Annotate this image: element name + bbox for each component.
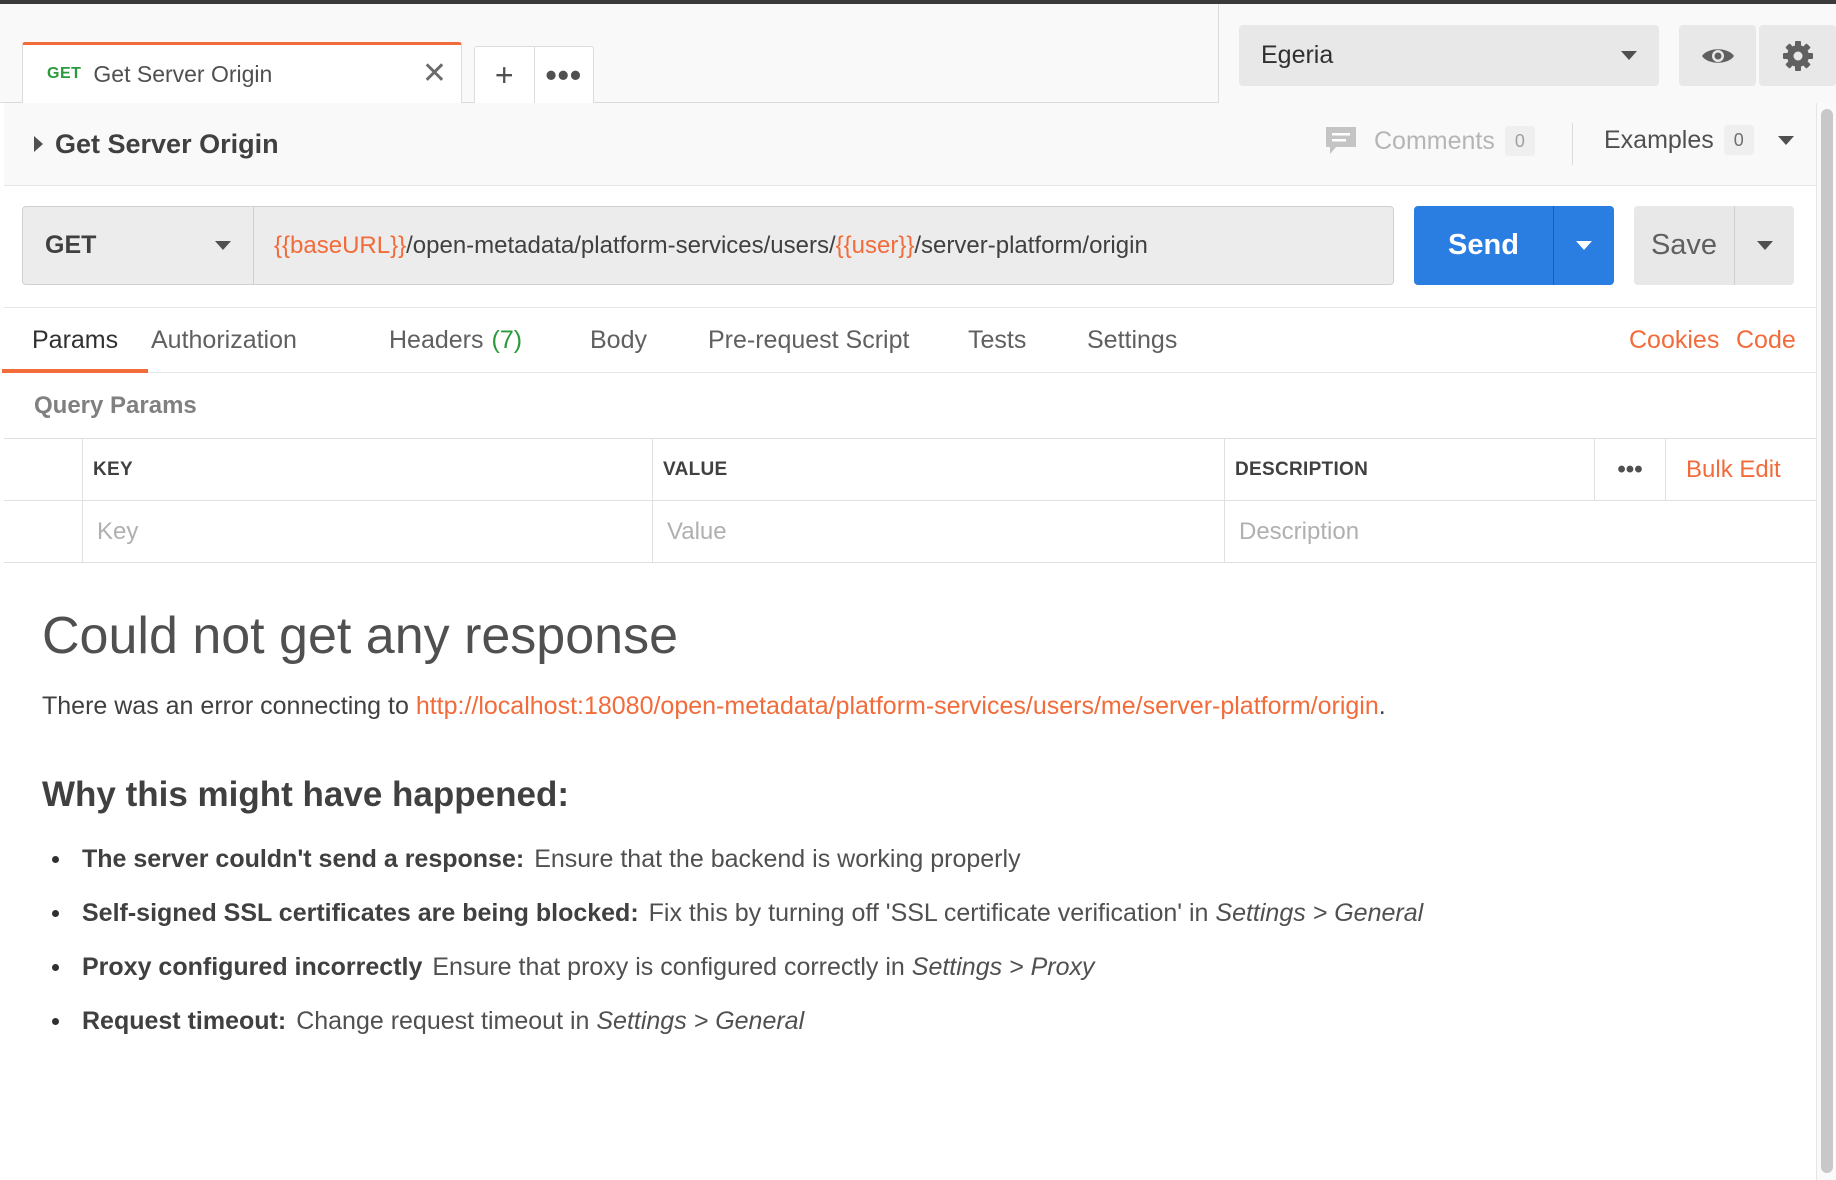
param-key-input[interactable]: Key: [82, 501, 652, 562]
url-path-segment: /open-metadata/platform-services/users/: [406, 231, 836, 259]
column-header-key: KEY: [82, 439, 133, 500]
tab-more-button[interactable]: •••: [533, 47, 594, 103]
url-input[interactable]: {{baseURL}}/open-metadata/platform-servi…: [253, 206, 1394, 285]
examples-label: Examples: [1604, 125, 1714, 154]
caret-down-icon: [1777, 135, 1794, 145]
response-error-heading: Could not get any response: [42, 607, 678, 665]
triangle-right-icon[interactable]: [34, 136, 43, 152]
bulk-edit-button[interactable]: Bulk Edit: [1686, 439, 1781, 500]
environment-quick-look-button[interactable]: [1679, 25, 1756, 86]
tab-params[interactable]: Params: [1, 308, 149, 373]
examples-count: 0: [1723, 125, 1754, 155]
reason-settings-path: Settings > General: [1215, 899, 1424, 927]
tab-headers-count: (7): [491, 325, 523, 354]
error-prefix: There was an error connecting to: [42, 692, 416, 720]
manage-environments-button[interactable]: [1759, 25, 1836, 86]
list-item: Request timeout: Change request timeout i…: [42, 1001, 1782, 1055]
response-error-message: There was an error connecting to http://…: [42, 692, 1782, 721]
reason-title: The server couldn't send a response:: [82, 845, 525, 873]
url-variable-baseurl: {{baseURL}}: [274, 231, 407, 259]
tab-body[interactable]: Body: [590, 308, 647, 372]
environment-selected-label: Egeria: [1261, 41, 1334, 69]
reason-text: Change request timeout in: [296, 1007, 597, 1035]
list-item: Self-signed SSL certificates are being b…: [42, 893, 1782, 947]
method-selected-label: GET: [45, 231, 97, 259]
reason-settings-path: Settings > General: [596, 1007, 805, 1035]
tab-tests[interactable]: Tests: [968, 308, 1026, 372]
save-button[interactable]: Save: [1634, 206, 1734, 285]
tab-authorization[interactable]: Authorization: [151, 308, 297, 372]
send-button-group: Send: [1414, 206, 1614, 285]
save-button-group: Save: [1634, 206, 1794, 285]
environment-controls: Egeria: [1218, 4, 1836, 107]
cookies-link[interactable]: Cookies: [1629, 308, 1719, 372]
list-item: The server couldn't send a response: Ensu…: [42, 839, 1782, 893]
method-select[interactable]: GET: [22, 206, 254, 285]
why-heading: Why this might have happened:: [42, 775, 569, 814]
list-item: Proxy configured incorrectly Ensure that …: [42, 947, 1782, 1001]
scrollbar-thumb[interactable]: [1821, 109, 1833, 1173]
eye-icon: [1701, 48, 1734, 63]
send-options-button[interactable]: [1553, 206, 1614, 285]
save-options-button[interactable]: [1734, 206, 1794, 285]
table-row: Key Value Description: [4, 501, 1816, 563]
param-description-input[interactable]: Description: [1224, 501, 1816, 562]
request-tab-active[interactable]: GET Get Server Origin ✕: [22, 42, 462, 103]
error-suffix: .: [1378, 692, 1386, 720]
send-button[interactable]: Send: [1414, 206, 1553, 285]
query-params-title: Query Params: [34, 392, 197, 419]
reason-title: Self-signed SSL certificates are being b…: [82, 899, 639, 927]
request-header: Get Server Origin Comments 0 Examples 0: [4, 103, 1816, 186]
tab-headers-label: Headers: [389, 325, 484, 354]
url-variable-user: {{user}}: [835, 231, 915, 259]
request-tab-method: GET: [47, 65, 82, 82]
caret-down-icon: [1576, 241, 1592, 250]
comments-label: Comments: [1374, 126, 1495, 155]
tab-pre-request-script[interactable]: Pre-request Script: [708, 308, 909, 372]
request-tab-name: Get Server Origin: [93, 60, 273, 87]
url-path-tail: /server-platform/origin: [914, 231, 1148, 259]
examples-button[interactable]: Examples 0: [1604, 125, 1794, 155]
reason-title: Request timeout:: [82, 1007, 287, 1035]
caret-down-icon: [1756, 241, 1773, 250]
tab-actions: + •••: [474, 46, 594, 103]
column-header-value: VALUE: [652, 439, 727, 500]
comment-icon: [1326, 127, 1356, 154]
response-error-panel: Could not get any response There was an …: [42, 606, 1782, 1055]
error-url-link[interactable]: http://localhost:18080/open-metadata/pla…: [416, 692, 1379, 720]
param-value-input[interactable]: Value: [652, 501, 1224, 562]
tab-settings[interactable]: Settings: [1087, 308, 1177, 372]
header-divider: [1572, 123, 1573, 165]
reason-title: Proxy configured incorrectly: [82, 953, 423, 981]
caret-down-icon: [215, 241, 231, 250]
reasons-list: The server couldn't send a response: Ensu…: [42, 839, 1782, 1055]
gear-icon: [1782, 40, 1813, 71]
table-header-row: KEY VALUE DESCRIPTION ••• Bulk Edit: [4, 439, 1816, 501]
reason-text: Ensure that proxy is configured correctl…: [432, 953, 912, 981]
request-tabs-area: GET Get Server Origin ✕ + •••: [0, 4, 1218, 103]
request-title[interactable]: Get Server Origin: [55, 129, 279, 160]
comments-count: 0: [1504, 126, 1535, 156]
params-more-button[interactable]: •••: [1594, 439, 1666, 500]
new-tab-button[interactable]: +: [475, 47, 534, 103]
vertical-scrollbar[interactable]: [1816, 103, 1836, 1180]
reason-text: Fix this by turning off 'SSL certificate…: [648, 899, 1216, 927]
environment-select[interactable]: Egeria: [1239, 25, 1659, 86]
tab-headers[interactable]: Headers (7): [389, 308, 522, 372]
close-tab-icon[interactable]: ✕: [422, 59, 447, 89]
reason-text: Ensure that the backend is working prope…: [534, 845, 1021, 873]
comments-button[interactable]: Comments 0: [1324, 125, 1535, 157]
code-link[interactable]: Code: [1736, 308, 1796, 372]
caret-down-icon: [1621, 51, 1637, 60]
column-header-description: DESCRIPTION: [1224, 439, 1368, 500]
request-subtabs: Params Authorization Headers (7) Body Pr…: [1, 307, 1816, 373]
reason-settings-path: Settings > Proxy: [911, 953, 1095, 981]
query-params-table: KEY VALUE DESCRIPTION ••• Bulk Edit Key …: [4, 438, 1816, 563]
top-tab-bar: GET Get Server Origin ✕ + ••• Egeria: [0, 0, 1836, 107]
